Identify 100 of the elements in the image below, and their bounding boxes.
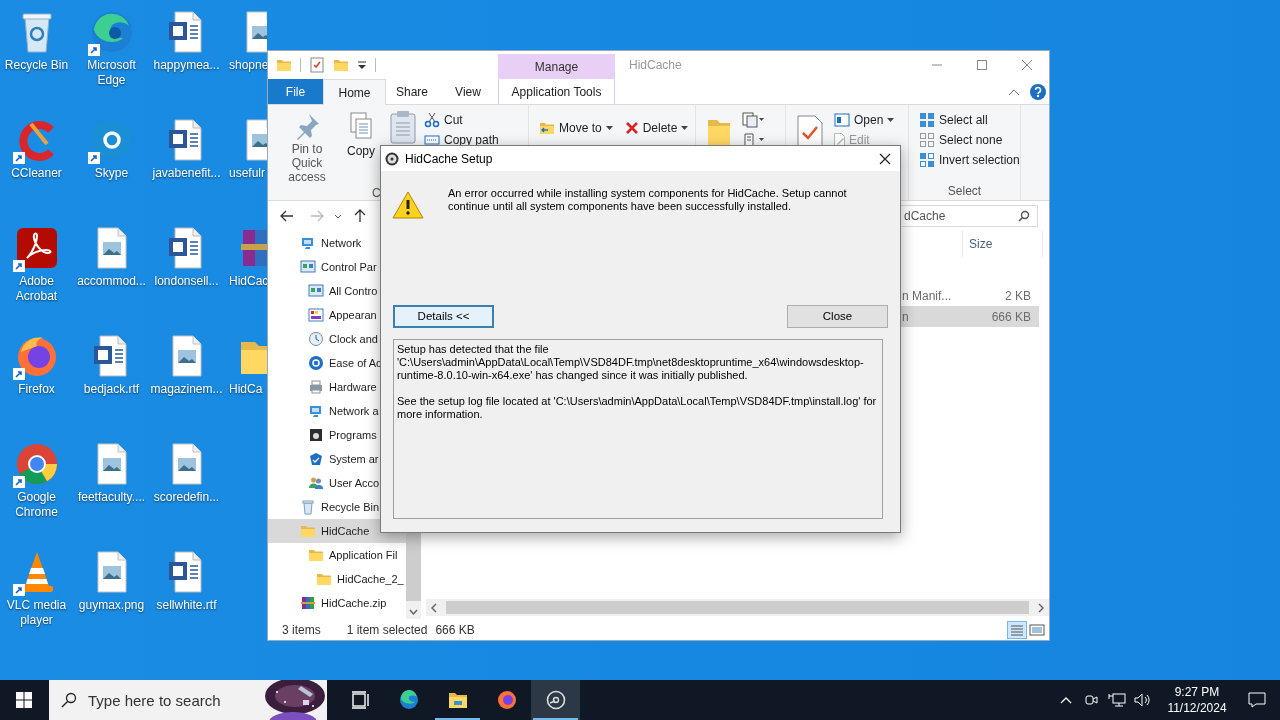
maximize-icon bbox=[976, 60, 987, 70]
group-label: C bbox=[372, 186, 381, 200]
nav-item[interactable]: Network bbox=[268, 231, 406, 255]
desktop-icon-label[interactable]: HidCa bbox=[224, 382, 263, 397]
folder-icon bbox=[447, 690, 468, 710]
disc-icon bbox=[385, 151, 399, 166]
dialog-title: HidCache Setup bbox=[405, 150, 494, 168]
nav-item[interactable]: System ar bbox=[268, 447, 406, 471]
desktop-icon-label[interactable]: HidCac bbox=[224, 274, 269, 289]
status-text: 3 items bbox=[282, 621, 321, 639]
close-icon bbox=[879, 152, 891, 165]
dialog-button[interactable]: Details << bbox=[393, 305, 494, 328]
control-panel-icon bbox=[308, 283, 324, 299]
clock-icon bbox=[308, 331, 324, 347]
invert-selection-icon bbox=[919, 152, 935, 168]
details-view-icon bbox=[1010, 623, 1024, 636]
desktop-icon-label[interactable]: Microsoft Edge bbox=[74, 58, 149, 88]
pin-button[interactable]: Pin to Quick access bbox=[276, 110, 338, 184]
warning-icon bbox=[392, 191, 424, 219]
close-icon bbox=[1021, 60, 1032, 70]
nav-item[interactable]: User Acco bbox=[268, 471, 406, 495]
ribbon-button[interactable]: Select all bbox=[917, 110, 1022, 130]
network-icon[interactable] bbox=[1108, 692, 1126, 708]
nav-item[interactable]: HidCache.zip bbox=[268, 591, 406, 615]
desktop-icon-label[interactable]: Firefox bbox=[0, 382, 74, 397]
group-label: Select bbox=[946, 183, 983, 200]
ribbon-tab[interactable]: Share bbox=[386, 79, 438, 104]
desktop-icon-label[interactable]: CCleaner bbox=[0, 166, 74, 181]
desktop-icon-label[interactable]: guymax.png bbox=[74, 598, 149, 613]
column-header[interactable]: Size bbox=[963, 231, 1043, 257]
desktop-icon-label[interactable]: londonsell... bbox=[149, 274, 224, 289]
desktop-icon-label[interactable]: feetfaculty.... bbox=[74, 490, 149, 505]
network-icon bbox=[308, 403, 324, 419]
desktop-icon-label[interactable]: Skype bbox=[74, 166, 149, 181]
clock[interactable]: 9:27 PM 11/12/2024 bbox=[1160, 680, 1234, 720]
search-icon bbox=[61, 692, 77, 708]
accessibility-icon bbox=[308, 355, 324, 371]
new-item-icon[interactable] bbox=[742, 112, 764, 128]
desktop-icon-label[interactable]: shopne bbox=[224, 58, 269, 73]
select-all-icon bbox=[919, 112, 935, 128]
desktop-icon-label[interactable]: Recycle Bin bbox=[0, 58, 74, 73]
ribbon-button[interactable]: Open bbox=[832, 110, 897, 130]
printer-icon bbox=[308, 379, 324, 395]
up-icon[interactable] bbox=[354, 209, 366, 223]
recent-locations-icon[interactable] bbox=[334, 213, 342, 219]
file-size: 666 KB bbox=[990, 308, 1031, 326]
ribbon-button[interactable]: Invert selection bbox=[917, 150, 1022, 170]
desktop-icon-label[interactable]: magazinem... bbox=[149, 382, 224, 397]
nav-item[interactable]: Application Fil bbox=[268, 543, 406, 567]
collapse-ribbon-icon[interactable] bbox=[1008, 87, 1020, 96]
ribbon-tab[interactable]: File bbox=[268, 79, 323, 104]
nav-item[interactable]: Control Par bbox=[268, 255, 406, 279]
status-text: 666 KB bbox=[435, 621, 475, 639]
dialog-button[interactable]: Close bbox=[787, 305, 888, 328]
desktop-icon-label[interactable]: sellwhite.rtf bbox=[149, 598, 224, 613]
clock-time: 9:27 PM bbox=[1174, 684, 1220, 700]
desktop-icon-label[interactable]: usefulr bbox=[224, 166, 266, 181]
ribbon-button[interactable]: Select none bbox=[917, 130, 1022, 150]
desktop-icon-label[interactable]: scoredefin... bbox=[149, 490, 224, 505]
ribbon-button[interactable]: Cut bbox=[422, 110, 501, 130]
file-name: n bbox=[902, 308, 910, 326]
folder-icon bbox=[308, 547, 324, 563]
desktop-icon-label[interactable]: accommod... bbox=[74, 274, 149, 289]
desktop-icon-label[interactable]: Google Chrome bbox=[0, 490, 74, 520]
nav-item[interactable]: Recycle Bin bbox=[268, 495, 406, 519]
properties-icon[interactable] bbox=[796, 114, 824, 148]
nav-item[interactable]: All Contro bbox=[268, 279, 406, 303]
checklist-icon[interactable] bbox=[309, 57, 325, 73]
copy-button[interactable]: Copy bbox=[341, 110, 381, 160]
scissors-icon bbox=[424, 112, 440, 128]
volume-icon[interactable] bbox=[1134, 692, 1152, 708]
back-icon[interactable] bbox=[280, 210, 294, 222]
taskbar-app[interactable] bbox=[531, 680, 580, 720]
caret-icon bbox=[605, 126, 613, 130]
desktop-icon-label[interactable]: bedjack.rtf bbox=[74, 382, 149, 397]
window-title: HidCache bbox=[629, 57, 683, 74]
ribbon-button[interactable]: Move to bbox=[537, 118, 615, 138]
search-field[interactable]: dCache bbox=[900, 205, 1038, 227]
dropdown-icon[interactable] bbox=[357, 59, 367, 71]
context-tab-header: Manage bbox=[498, 54, 615, 79]
desktop-icon-label[interactable]: VLC media player bbox=[0, 598, 74, 628]
scrollbar-thumb[interactable] bbox=[446, 601, 1029, 614]
details-view-button[interactable] bbox=[1007, 620, 1027, 639]
ribbon-tab[interactable]: View bbox=[438, 79, 498, 104]
nav-item[interactable]: Programs bbox=[268, 423, 406, 447]
ribbon-tab[interactable]: Application Tools bbox=[498, 79, 615, 104]
ribbon-tab[interactable]: Home bbox=[323, 79, 386, 105]
caret-icon bbox=[681, 126, 689, 130]
clipboard-icon[interactable] bbox=[389, 110, 417, 144]
desktop-icon-label[interactable]: Adobe Acrobat bbox=[0, 274, 74, 304]
desktop-icon-label[interactable]: happymea... bbox=[149, 58, 224, 73]
file-name: n Manif... bbox=[902, 287, 953, 305]
desktop-icon-label[interactable]: javabenefit... bbox=[149, 166, 224, 181]
nav-item[interactable]: HidCache_2_ bbox=[268, 567, 406, 591]
camera-icon[interactable] bbox=[1084, 692, 1098, 708]
help-icon[interactable] bbox=[1030, 83, 1046, 100]
ribbon-button[interactable]: Delete bbox=[622, 118, 691, 138]
archive-icon bbox=[300, 595, 316, 611]
chevron-up-icon[interactable] bbox=[1060, 696, 1072, 704]
network-icon bbox=[300, 235, 316, 251]
